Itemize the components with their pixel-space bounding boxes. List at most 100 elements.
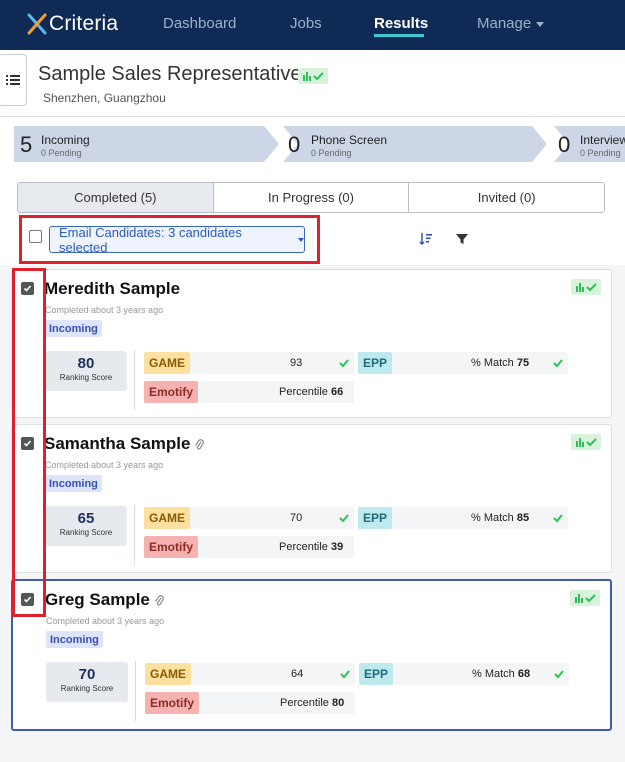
score-divider: [134, 505, 135, 565]
game-score-row[interactable]: GAME 64: [145, 663, 355, 685]
paperclip-icon: [195, 439, 205, 450]
list-menu-icon: [5, 75, 20, 85]
filter-icon[interactable]: [454, 231, 470, 247]
ranking-score-value: 80: [77, 355, 95, 372]
stage-pending: 0 Pending: [580, 148, 621, 158]
game-chip: GAME: [145, 663, 191, 685]
emotify-score: Percentile 66: [279, 386, 343, 398]
nav-dashboard[interactable]: Dashboard: [163, 15, 236, 32]
bar-chart-check-icon: [576, 438, 597, 447]
epp-prefix: % Match: [471, 512, 514, 524]
completed-time: Completed about 3 years ago: [45, 305, 164, 315]
stage-badge: Incoming: [45, 475, 102, 492]
check-icon: [339, 359, 349, 368]
emotify-score: Percentile 39: [279, 541, 343, 553]
epp-chip: EPP: [358, 507, 393, 529]
emotify-score-row[interactable]: Emotify Percentile 80: [145, 692, 355, 714]
brand-name: Criteria: [49, 12, 119, 35]
candidate-name: Greg Sample: [45, 590, 150, 609]
epp-score-row[interactable]: EPP % Match 68: [359, 663, 569, 685]
game-score: 93: [290, 357, 303, 369]
nav-manage[interactable]: Manage: [477, 15, 545, 32]
check-icon: [553, 514, 563, 523]
epp-score-row[interactable]: EPP % Match 75: [358, 352, 568, 374]
nav-manage-label: Manage: [477, 15, 532, 32]
stage-count: 0: [558, 132, 571, 157]
ranking-score-label: Ranking Score: [60, 684, 114, 693]
job-location: Shenzhen, Guangzhou: [43, 91, 166, 105]
completed-time: Completed about 3 years ago: [45, 460, 164, 470]
game-score-row[interactable]: GAME 70: [144, 507, 354, 529]
nav-jobs[interactable]: Jobs: [290, 15, 322, 32]
active-tab-indicator: [374, 34, 424, 37]
bar-chart-check-icon: [303, 72, 324, 81]
stage-count: 0: [288, 132, 301, 157]
score-divider: [134, 350, 135, 410]
assessment-status-badge: [571, 279, 601, 295]
game-chip: GAME: [144, 352, 190, 374]
emotify-prefix: Percentile: [279, 541, 328, 553]
ranking-score-label: Ranking Score: [59, 528, 113, 537]
bar-chart-check-icon: [576, 283, 597, 292]
tab-completed[interactable]: Completed (5): [18, 183, 214, 212]
select-all-checkbox[interactable]: [29, 230, 42, 243]
emotify-score-row[interactable]: Emotify Percentile 39: [144, 536, 354, 558]
check-icon: [554, 670, 564, 679]
stage-name: Phone Screen: [311, 133, 388, 147]
ranking-score-value: 70: [78, 666, 96, 683]
check-icon: [553, 359, 563, 368]
tab-invited[interactable]: Invited (0): [409, 183, 604, 212]
epp-score: % Match 75: [471, 357, 529, 369]
ranking-score-box: 70 Ranking Score: [46, 662, 128, 702]
emotify-value: 66: [330, 386, 344, 398]
assessment-status-badge: [571, 434, 601, 450]
paperclip-icon: [154, 595, 164, 606]
candidate-name-row[interactable]: Greg Sample: [45, 590, 164, 610]
email-candidates-label: Email Candidates: 3 candidates selected: [59, 224, 242, 255]
sort-icon[interactable]: [418, 231, 434, 247]
highlight-box-checkboxes: [12, 268, 46, 617]
stage-name: Incoming: [41, 133, 90, 147]
ranking-score-label: Ranking Score: [59, 373, 113, 382]
stage-badge: Incoming: [45, 320, 102, 337]
assessment-status-badge: [570, 590, 600, 606]
emotify-chip: Emotify: [144, 381, 199, 403]
epp-prefix: % Match: [472, 668, 515, 680]
ranking-score-box: 65 Ranking Score: [45, 506, 127, 546]
epp-score: % Match 68: [472, 668, 530, 680]
game-score-row[interactable]: GAME 93: [144, 352, 354, 374]
candidate-name-row[interactable]: Samantha Sample: [44, 434, 205, 454]
game-chip: GAME: [144, 507, 190, 529]
score-divider: [135, 661, 136, 721]
check-icon: [339, 514, 349, 523]
emotify-score-row[interactable]: Emotify Percentile 66: [144, 381, 354, 403]
game-score: 70: [290, 512, 303, 524]
nav-results[interactable]: Results: [374, 15, 428, 32]
stage-pending: 0 Pending: [41, 148, 82, 158]
result-tabs: Completed (5) In Progress (0) Invited (0…: [17, 182, 605, 213]
epp-value: 75: [516, 357, 530, 369]
epp-chip: EPP: [358, 352, 393, 374]
emotify-chip: Emotify: [145, 692, 200, 714]
epp-prefix: % Match: [471, 357, 514, 369]
tab-in-progress[interactable]: In Progress (0): [213, 183, 410, 212]
email-candidates-button[interactable]: Email Candidates: 3 candidates selected: [49, 224, 305, 255]
ranking-score-value: 65: [77, 510, 95, 527]
stage-name: Interview: [580, 133, 625, 147]
ranking-score-box: 80 Ranking Score: [45, 351, 127, 391]
candidate-name[interactable]: Meredith Sample: [44, 279, 180, 299]
epp-score-row[interactable]: EPP % Match 85: [358, 507, 568, 529]
emotify-value: 80: [331, 697, 345, 709]
sidebar-toggle-button[interactable]: [0, 54, 27, 106]
candidate-card[interactable]: Greg Sample Completed about 3 years ago …: [11, 579, 612, 731]
game-score: 64: [291, 668, 304, 680]
job-title: Sample Sales Representative: [38, 63, 302, 85]
completed-time: Completed about 3 years ago: [46, 616, 165, 626]
emotify-prefix: Percentile: [280, 697, 329, 709]
epp-score: % Match 85: [471, 512, 529, 524]
candidate-card[interactable]: Meredith Sample Completed about 3 years …: [11, 269, 612, 418]
criteria-logo[interactable]: Criteria: [26, 9, 118, 39]
bar-chart-check-icon: [575, 594, 596, 603]
header-divider: [0, 116, 625, 117]
candidate-card[interactable]: Samantha Sample Completed about 3 years …: [11, 424, 612, 573]
